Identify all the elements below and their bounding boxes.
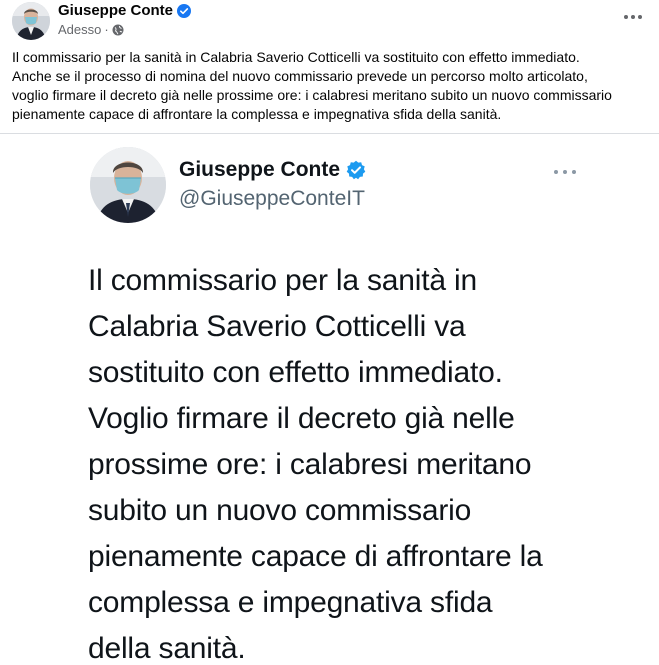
tweet-text-line: complessa e impegnativa sfida	[88, 586, 493, 619]
author-name[interactable]: Giuseppe Conte	[58, 2, 192, 19]
tweet-text-line: sostituito con effetto immediato.	[88, 356, 503, 389]
dot	[572, 170, 576, 174]
tweet-text-line: Calabria Saverio Cotticelli va	[88, 310, 466, 343]
author-name-text[interactable]: Giuseppe Conte	[58, 2, 173, 19]
tweet-avatar	[90, 147, 166, 223]
dot	[638, 15, 642, 19]
tweet-author-name: Giuseppe Conte	[179, 158, 366, 182]
more-options-icon[interactable]	[621, 8, 645, 26]
tweet-text-line: Il commissario per la sanità in	[88, 264, 477, 297]
tweet-text: Il commissario per la sanità in Calabria…	[88, 258, 588, 665]
tweet-image[interactable]: Giuseppe Conte @GiuseppeConteIT Il commi…	[70, 134, 590, 665]
verified-badge-icon	[346, 160, 366, 180]
post-header: Giuseppe Conte Adesso ·	[0, 0, 659, 44]
tweet-more-icon	[554, 168, 576, 176]
tweet-text-line: pienamente capace di affrontare la	[88, 540, 543, 573]
dot	[554, 170, 558, 174]
tweet-author-name-text: Giuseppe Conte	[179, 158, 341, 181]
dot	[631, 15, 635, 19]
tweet-avatar-portrait	[90, 147, 166, 223]
post-text-line: voglio firmare il decreto già nelle pros…	[12, 87, 612, 103]
dot	[563, 170, 567, 174]
author-avatar[interactable]	[12, 2, 50, 40]
tweet-text-line: della sanità.	[88, 632, 246, 665]
meta-separator: ·	[104, 22, 109, 37]
tweet-text-line: Voglio firmare il decreto già nelle	[88, 402, 515, 435]
post-text-line: Il commissario per la sanità in Calabria…	[12, 49, 580, 65]
post-text-line: pienamente capace di affrontare la compl…	[12, 106, 502, 122]
globe-icon[interactable]	[112, 24, 124, 36]
post-meta: Adesso ·	[58, 22, 124, 37]
verified-badge-icon	[177, 3, 192, 18]
dot	[624, 15, 628, 19]
avatar-portrait	[12, 2, 50, 40]
post-text-line: Anche se il processo di nomina del nuovo…	[12, 68, 588, 84]
tweet-handle: @GiuseppeConteIT	[179, 187, 365, 210]
tweet-text-line: subito un nuovo commissario	[88, 494, 472, 527]
post-text: Il commissario per la sanità in Calabria…	[12, 48, 652, 124]
tweet-text-line: prossime ore: i calabresi meritano	[88, 448, 532, 481]
post-timestamp[interactable]: Adesso	[58, 22, 101, 37]
